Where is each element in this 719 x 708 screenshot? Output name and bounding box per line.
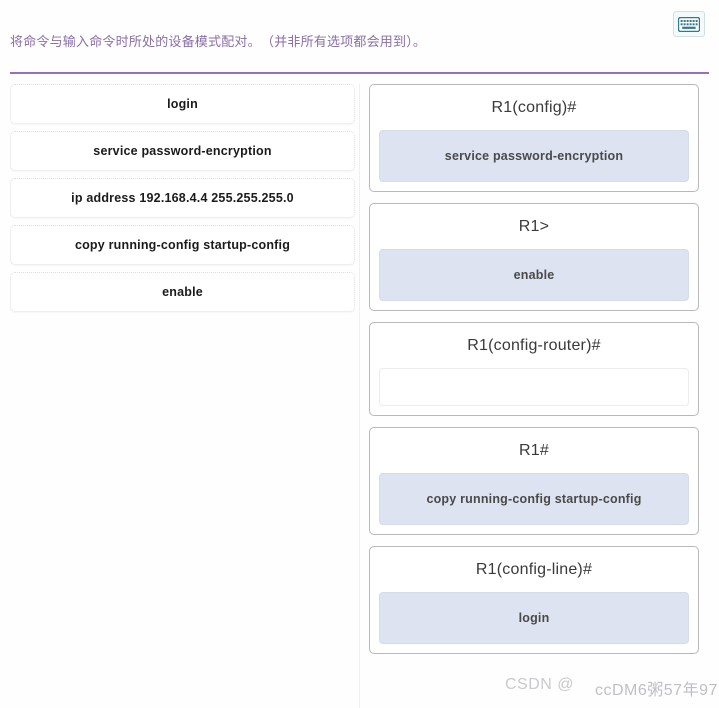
dropped-command-label: copy running-config startup-config [426, 492, 642, 506]
command-tile[interactable]: enable [10, 272, 355, 312]
command-tile[interactable]: ip address 192.168.4.4 255.255.255.0 [10, 178, 355, 218]
column-divider [359, 84, 360, 708]
mode-prompt-label: R1(config-router)# [467, 337, 601, 354]
mode-panel[interactable]: R1(config-router)# [369, 322, 699, 416]
drop-slot[interactable]: login [379, 592, 689, 644]
mode-panel[interactable]: R1(config)# service password-encryption [369, 84, 699, 192]
keyboard-icon [678, 16, 700, 32]
command-tile[interactable]: copy running-config startup-config [10, 225, 355, 265]
mode-panel[interactable]: R1# copy running-config startup-config [369, 427, 699, 535]
command-tile-label: login [167, 97, 198, 111]
mode-prompt-label: R1> [518, 218, 550, 235]
command-tile-label: service password-encryption [93, 144, 272, 158]
drop-slot[interactable]: service password-encryption [379, 130, 689, 182]
mode-panel[interactable]: R1(config-line)# login [369, 546, 699, 654]
dropped-command-label: login [518, 611, 550, 625]
instruction-text: 将命令与输入命令时所处的设备模式配对。 （并非所有选项都会用到）。 [10, 35, 427, 50]
page-header: 将命令与输入命令时所处的设备模式配对。 （并非所有选项都会用到）。 [0, 0, 719, 74]
mode-target-list: R1(config)# service password-encryption … [369, 84, 699, 665]
drop-slot[interactable]: enable [379, 249, 689, 301]
mode-panel[interactable]: R1> enable [369, 203, 699, 311]
command-tile-label: copy running-config startup-config [74, 238, 291, 252]
command-tile-label: ip address 192.168.4.4 255.255.255.0 [71, 191, 294, 205]
command-tile[interactable]: service password-encryption [10, 131, 355, 171]
dropped-command-label: service password-encryption [444, 149, 624, 163]
dropped-command-label: enable [513, 268, 555, 282]
drop-slot[interactable]: copy running-config startup-config [379, 473, 689, 525]
matching-exercise-body: login service password-encryption ip add… [0, 84, 719, 708]
header-divider [10, 72, 709, 74]
keyboard-icon-button[interactable] [673, 11, 705, 37]
command-tile[interactable]: login [10, 84, 355, 124]
command-bank: login service password-encryption ip add… [10, 84, 355, 319]
drop-slot-empty[interactable] [379, 368, 689, 406]
mode-prompt-label: R1(config)# [491, 99, 577, 116]
mode-prompt-label: R1# [519, 442, 549, 459]
command-tile-label: enable [162, 285, 203, 299]
mode-prompt-label: R1(config-line)# [475, 561, 593, 578]
